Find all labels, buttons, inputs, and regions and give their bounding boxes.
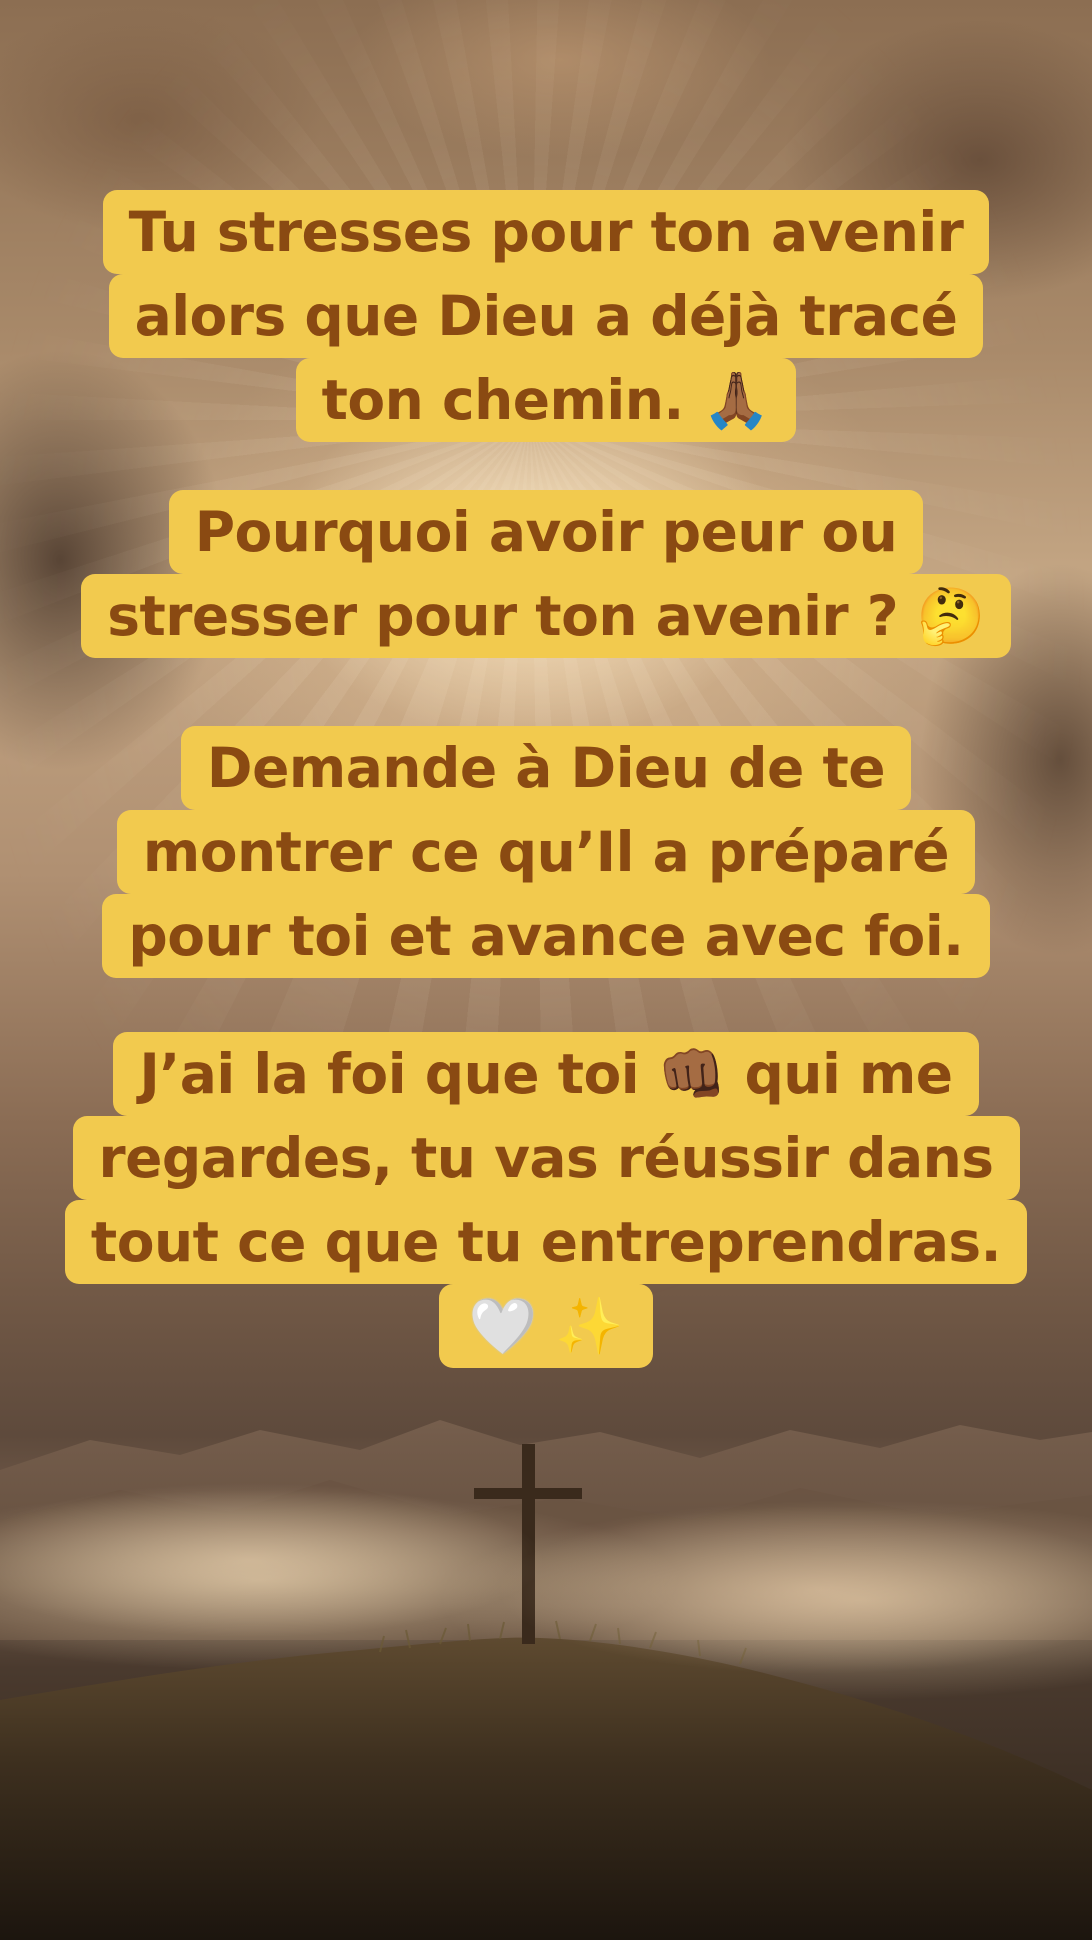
background-scene: Tu stresses pour ton avenir alors que Di… bbox=[0, 0, 1092, 1940]
fist-icon: 👊🏾 bbox=[657, 1042, 726, 1106]
caption-text: ton chemin. bbox=[321, 368, 685, 432]
caption-line: pour toi et avance avec foi. bbox=[102, 894, 990, 978]
caption-block-1: Tu stresses pour ton avenir alors que Di… bbox=[0, 190, 1092, 442]
caption-block-4: J’ai la foi que toi 👊🏾 qui me regardes, … bbox=[0, 1032, 1092, 1368]
caption-text: J’ai la foi que toi bbox=[139, 1042, 640, 1106]
caption-line: Tu stresses pour ton avenir bbox=[102, 190, 990, 274]
caption-line: Demande à Dieu de te bbox=[180, 726, 912, 810]
caption-line: alors que Dieu a déjà tracé bbox=[108, 274, 984, 358]
caption-line: Pourquoi avoir peur ou bbox=[168, 490, 924, 574]
caption-line: tout ce que tu entreprendras. bbox=[64, 1200, 1028, 1284]
caption-text: qui me bbox=[744, 1042, 953, 1106]
caption-line: 🤍 ✨ bbox=[438, 1284, 654, 1368]
white-heart-icon: 🤍 bbox=[468, 1294, 537, 1358]
caption-line: ton chemin. 🙏🏾 bbox=[295, 358, 797, 442]
caption-block-2: Pourquoi avoir peur ou stresser pour ton… bbox=[0, 490, 1092, 658]
caption-text: stresser pour ton avenir ? bbox=[107, 584, 899, 648]
caption-block-3: Demande à Dieu de te montrer ce qu’Il a … bbox=[0, 726, 1092, 978]
praying-hands-icon: 🙏🏾 bbox=[702, 368, 771, 432]
mist-band bbox=[0, 1440, 1092, 1700]
thinking-face-icon: 🤔 bbox=[916, 584, 985, 648]
caption-line: J’ai la foi que toi 👊🏾 qui me bbox=[113, 1032, 979, 1116]
caption-line: regardes, tu vas réussir dans bbox=[72, 1116, 1020, 1200]
sparkles-icon: ✨ bbox=[555, 1294, 624, 1358]
caption-line: montrer ce qu’Il a préparé bbox=[116, 810, 976, 894]
caption-line: stresser pour ton avenir ? 🤔 bbox=[81, 574, 1011, 658]
